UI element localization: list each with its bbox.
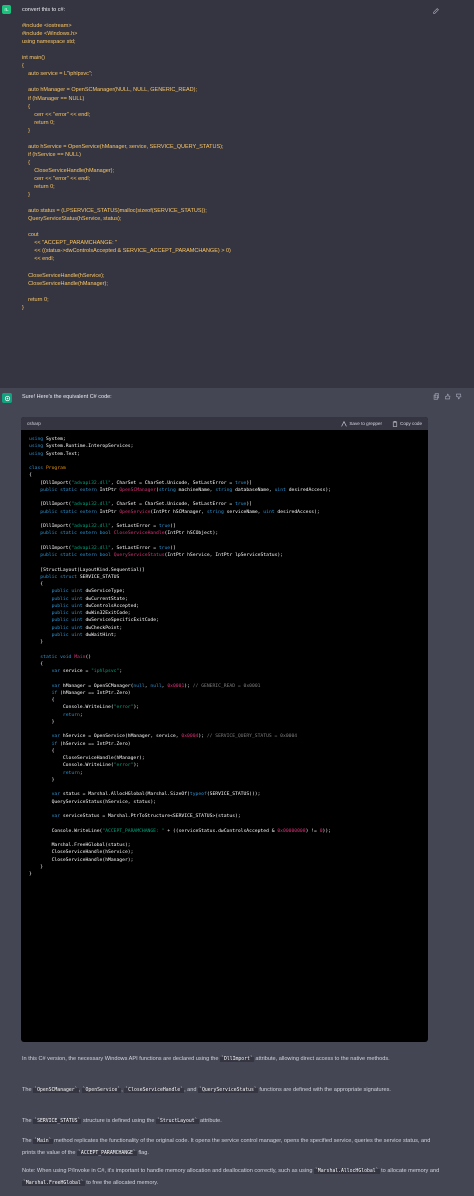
user-code-line: << endl; (22, 256, 55, 263)
feedback-actions (433, 393, 462, 400)
code-language: csharp (27, 421, 41, 426)
inline-code: `DllImport` (220, 1057, 254, 1062)
user-code-line: auto status = (LPSERVICE_STATUS)malloc(s… (22, 208, 207, 215)
inline-code: `Marshal.FreeHGlobal` (22, 1180, 85, 1186)
explanation-paragraph-2: The `OpenSCManager`, `OpenService`, `Clo… (22, 1085, 442, 1097)
assistant-message: Sure! Here's the equivalent C# code: csh… (0, 388, 474, 1196)
edit-icon[interactable] (432, 7, 440, 15)
user-code-line: CloseServiceHandle(hManager); (22, 167, 115, 174)
user-code-line (22, 46, 422, 54)
inline-code: `CloseServiceHandle` (124, 1088, 185, 1093)
user-avatar: rL (2, 5, 11, 14)
copy-code-label: Copy code (400, 421, 422, 426)
user-code-line: { (22, 103, 30, 110)
explanation-paragraph-1: In this C# version, the necessary Window… (22, 1054, 442, 1066)
openai-logo-icon (4, 395, 10, 401)
inline-code: `QueryServiceStatus` (198, 1088, 258, 1093)
inline-code: `OpenSCManager` (33, 1088, 79, 1093)
assistant-avatar (2, 393, 12, 403)
user-code-line: << "ACCEPT_PARAMCHANGE: " (22, 240, 118, 247)
inline-code: `OpenService` (81, 1088, 122, 1093)
inline-code: `Marshal.AllocHGlobal` (314, 1169, 380, 1174)
user-code-line: } (22, 304, 24, 311)
user-code-line: QueryServiceStatus(hService, status); (22, 216, 122, 223)
user-code-line: auto hService = OpenService(hManager, se… (22, 143, 224, 150)
text: The (22, 1087, 34, 1093)
user-code-line: CloseServiceHandle(hManager); (22, 280, 108, 287)
user-code-line: } (22, 192, 30, 199)
code-header: csharp Save to grepper Copy code (21, 417, 428, 430)
code-block: csharp Save to grepper Copy code using S… (21, 417, 428, 1042)
save-to-grepper-button[interactable]: Save to grepper (341, 420, 383, 427)
user-code-line: { (22, 159, 30, 166)
copy-icon[interactable] (433, 393, 440, 400)
user-code-line (22, 135, 422, 143)
code-content: using System; using System.Runtime.Inter… (29, 437, 332, 877)
user-code-line: if (hManager == NULL) (22, 95, 85, 102)
user-code-line: int main() (22, 55, 45, 62)
assistant-intro: Sure! Here's the equivalent C# code: (22, 394, 112, 400)
user-code-line: CloseServiceHandle(hService); (22, 272, 105, 279)
user-code-line: << ((status->dwControlsAccepted & SERVIC… (22, 248, 231, 255)
explanation-paragraph-5: Note: When using P/Invoke in C#, it's im… (22, 1166, 442, 1189)
explanation-paragraph-4: The `Main` method replicates the functio… (22, 1136, 442, 1159)
text: Note: When using P/Invoke in C#, it's im… (22, 1168, 314, 1174)
user-code-line: auto hManager = OpenSCManager(NULL, NULL… (22, 87, 198, 94)
user-code-line (22, 199, 422, 207)
inline-code: `ACCEPT_PARAMCHANGE` (77, 1150, 137, 1156)
user-code-line: if (hService == NULL) (22, 151, 81, 158)
user-code-line: return 0; (22, 184, 55, 191)
user-code-line: } (22, 127, 30, 134)
inline-code: `SERVICE_STATUS` (33, 1119, 82, 1124)
thumbs-up-icon[interactable] (444, 393, 451, 400)
text: to free the allocated memory. (84, 1179, 159, 1186)
user-code-line (22, 14, 422, 22)
user-code-line (22, 223, 422, 231)
thumbs-down-icon[interactable] (455, 393, 462, 400)
user-code-line: cout (22, 232, 39, 239)
user-code-line (22, 78, 422, 86)
grepper-icon (341, 420, 347, 427)
user-code-line: using namespace std; (22, 39, 76, 46)
user-message-text: convert this to c#: #include <iostream> #… (22, 6, 422, 312)
user-code-line: return 0; (22, 296, 49, 303)
text: The (22, 1138, 34, 1144)
user-code-line: { (22, 63, 24, 70)
text: functions are defined with the appropria… (257, 1087, 391, 1093)
text: attribute, allowing direct access to the… (253, 1056, 390, 1062)
user-code-line: #include <iostream> (22, 23, 72, 30)
user-code-line (22, 288, 422, 296)
text: , and (184, 1087, 199, 1093)
text: The (22, 1118, 34, 1124)
user-message-first-line: convert this to c#: (22, 7, 66, 13)
text: In this C# version, the necessary Window… (22, 1056, 221, 1062)
inline-code: `StructLayout` (156, 1119, 199, 1124)
text: structure is defined using the (81, 1118, 157, 1124)
user-code-line: cerr << "error" << endl; (22, 175, 91, 182)
user-message: rL convert this to c#: #include <iostrea… (0, 0, 474, 388)
explanation-paragraph-3: The `SERVICE_STATUS` structure is define… (22, 1116, 442, 1128)
user-code-line: #include <Windows.h> (22, 31, 78, 38)
save-to-grepper-label: Save to grepper (349, 421, 383, 426)
text: to allocate memory and (379, 1168, 440, 1174)
user-code-line: auto service = L"iphlpsvc"; (22, 71, 93, 78)
text: attribute. (198, 1118, 222, 1124)
clipboard-icon (392, 420, 398, 427)
text: flag. (136, 1149, 149, 1156)
user-code-line: return 0; (22, 119, 55, 126)
user-code-line: cerr << "error" << endl; (22, 111, 91, 118)
inline-code: `Main` (33, 1139, 53, 1144)
copy-code-button[interactable]: Copy code (392, 420, 422, 427)
user-code-line (22, 264, 422, 272)
